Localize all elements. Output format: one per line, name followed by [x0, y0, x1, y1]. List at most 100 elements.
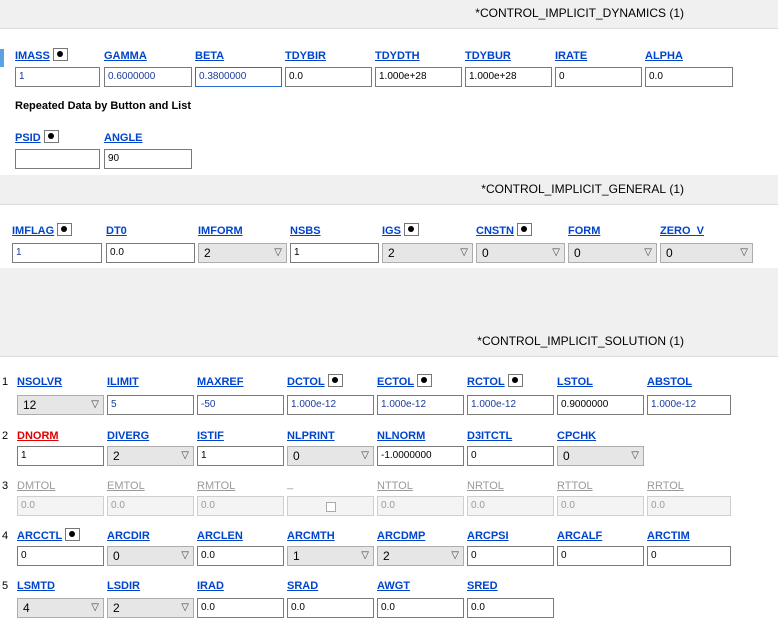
label-form[interactable]: FORM — [568, 225, 600, 237]
chevron-down-icon[interactable]: ▽ — [451, 547, 459, 565]
label-arcctl[interactable]: ARCCTL — [17, 528, 81, 542]
nsbs-field[interactable]: 1 — [290, 243, 379, 263]
label-ilimit[interactable]: ILIMIT — [107, 376, 139, 388]
lsmtd-select[interactable]: 4 ▽ — [17, 598, 104, 618]
sred-field[interactable]: 0.0 — [467, 598, 554, 618]
maxref-field[interactable]: -50 — [197, 395, 284, 415]
label-srad[interactable]: SRAD — [287, 580, 318, 592]
ectol-field[interactable]: 1.000e-12 — [377, 395, 464, 415]
radio-dot-icon[interactable] — [516, 223, 532, 236]
label-arcalf[interactable]: ARCALF — [557, 530, 602, 542]
label-irad[interactable]: IRAD — [197, 580, 224, 592]
label-dnorm[interactable]: DNORM — [17, 430, 59, 442]
radio-dot-icon[interactable] — [43, 130, 59, 143]
label-arcdir[interactable]: ARCDIR — [107, 530, 150, 542]
nsolvr-select[interactable]: 12 ▽ — [17, 395, 104, 415]
arcdir-select[interactable]: 0 ▽ — [107, 546, 194, 566]
dctol-field[interactable]: 1.000e-12 — [287, 395, 374, 415]
d3itctl-field[interactable]: 0 — [467, 446, 554, 466]
chevron-down-icon[interactable]: ▽ — [644, 244, 652, 262]
tdybir-field[interactable]: 0.0 — [285, 67, 372, 87]
label-arcdmp[interactable]: ARCDMP — [377, 530, 425, 542]
label-ectol[interactable]: ECTOL — [377, 374, 433, 388]
lsdir-select[interactable]: 2 ▽ — [107, 598, 194, 618]
abstol-field[interactable]: 1.000e-12 — [647, 395, 731, 415]
label-tdybur[interactable]: TDYBUR — [465, 50, 511, 62]
label-lstol[interactable]: LSTOL — [557, 376, 593, 388]
chevron-down-icon[interactable]: ▽ — [274, 244, 282, 262]
chevron-down-icon[interactable]: ▽ — [740, 244, 748, 262]
tdybur-field[interactable]: 1.000e+28 — [465, 67, 552, 87]
label-irate[interactable]: IRATE — [555, 50, 587, 62]
irad-field[interactable]: 0.0 — [197, 598, 284, 618]
arcctl-field[interactable]: 0 — [17, 546, 104, 566]
igs-select[interactable]: 2 ▽ — [382, 243, 473, 263]
istif-field[interactable]: 1 — [197, 446, 284, 466]
nlprint-select[interactable]: 0 ▽ — [287, 446, 374, 466]
rctol-field[interactable]: 1.000e-12 — [467, 395, 554, 415]
label-gamma[interactable]: GAMMA — [104, 50, 147, 62]
label-d3itctl[interactable]: D3ITCTL — [467, 430, 512, 442]
label-diverg[interactable]: DIVERG — [107, 430, 149, 442]
imflag-field[interactable]: 1 — [12, 243, 102, 263]
label-zero-v[interactable]: ZERO_V — [660, 225, 704, 237]
label-nlnorm[interactable]: NLNORM — [377, 430, 425, 442]
beta-field[interactable]: 0.3800000 — [195, 67, 282, 87]
awgt-field[interactable]: 0.0 — [377, 598, 464, 618]
label-maxref[interactable]: MAXREF — [197, 376, 243, 388]
arcalf-field[interactable]: 0 — [557, 546, 644, 566]
chevron-down-icon[interactable]: ▽ — [181, 447, 189, 465]
zero-v-select[interactable]: 0 ▽ — [660, 243, 753, 263]
nlnorm-field[interactable]: -1.0000000 — [377, 446, 464, 466]
irate-field[interactable]: 0 — [555, 67, 642, 87]
arctim-field[interactable]: 0 — [647, 546, 731, 566]
arcmth-select[interactable]: 1 ▽ — [287, 546, 374, 566]
radio-dot-icon[interactable] — [417, 374, 433, 387]
label-beta[interactable]: BETA — [195, 50, 224, 62]
label-awgt[interactable]: AWGT — [377, 580, 410, 592]
imass-field[interactable]: 1 — [15, 67, 100, 87]
label-arctim[interactable]: ARCTIM — [647, 530, 690, 542]
gamma-field[interactable]: 0.6000000 — [104, 67, 192, 87]
label-nsolvr[interactable]: NSOLVR — [17, 376, 62, 388]
label-arcpsi[interactable]: ARCPSI — [467, 530, 509, 542]
label-imflag[interactable]: IMFLAG — [12, 223, 73, 237]
label-angle[interactable]: ANGLE — [104, 132, 143, 144]
chevron-down-icon[interactable]: ▽ — [91, 599, 99, 617]
radio-dot-icon[interactable] — [403, 223, 419, 236]
chevron-down-icon[interactable]: ▽ — [91, 396, 99, 414]
label-igs[interactable]: IGS — [382, 223, 419, 237]
label-arcmth[interactable]: ARCMTH — [287, 530, 335, 542]
dnorm-field[interactable]: 1 — [17, 446, 104, 466]
imform-select[interactable]: 2 ▽ — [198, 243, 287, 263]
label-psid[interactable]: PSID — [15, 130, 59, 144]
srad-field[interactable]: 0.0 — [287, 598, 374, 618]
radio-dot-icon[interactable] — [507, 374, 523, 387]
label-dctol[interactable]: DCTOL — [287, 374, 343, 388]
chevron-down-icon[interactable]: ▽ — [460, 244, 468, 262]
label-cnstn[interactable]: CNSTN — [476, 223, 532, 237]
lstol-field[interactable]: 0.9000000 — [557, 395, 644, 415]
label-lsdir[interactable]: LSDIR — [107, 580, 140, 592]
form-select[interactable]: 0 ▽ — [568, 243, 657, 263]
label-nlprint[interactable]: NLPRINT — [287, 430, 335, 442]
psid-field[interactable] — [15, 149, 100, 169]
chevron-down-icon[interactable]: ▽ — [361, 547, 369, 565]
cnstn-select[interactable]: 0 ▽ — [476, 243, 565, 263]
label-imform[interactable]: IMFORM — [198, 225, 243, 237]
radio-dot-icon[interactable] — [52, 48, 68, 61]
label-dt0[interactable]: DT0 — [106, 225, 127, 237]
label-istif[interactable]: ISTIF — [197, 430, 224, 442]
radio-dot-icon[interactable] — [327, 374, 343, 387]
label-lsmtd[interactable]: LSMTD — [17, 580, 55, 592]
arclen-field[interactable]: 0.0 — [197, 546, 284, 566]
radio-dot-icon[interactable] — [57, 223, 73, 236]
chevron-down-icon[interactable]: ▽ — [181, 599, 189, 617]
angle-field[interactable]: 90 — [104, 149, 192, 169]
label-tdybir[interactable]: TDYBIR — [285, 50, 326, 62]
chevron-down-icon[interactable]: ▽ — [361, 447, 369, 465]
dt0-field[interactable]: 0.0 — [106, 243, 195, 263]
label-cpchk[interactable]: CPCHK — [557, 430, 596, 442]
chevron-down-icon[interactable]: ▽ — [552, 244, 560, 262]
chevron-down-icon[interactable]: ▽ — [181, 547, 189, 565]
